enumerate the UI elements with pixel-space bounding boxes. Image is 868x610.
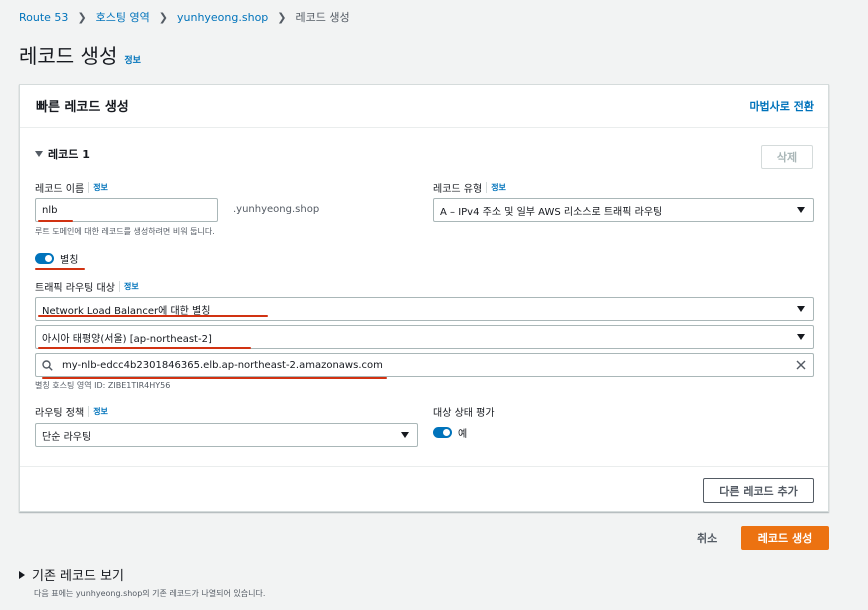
alias-toggle[interactable] bbox=[35, 253, 54, 264]
card-header: 빠른 레코드 생성 마법사로 전환 bbox=[20, 85, 828, 128]
page-title-text: 레코드 생성 bbox=[19, 44, 118, 68]
alias-label: 별칭 bbox=[60, 255, 79, 266]
quick-create-card: 빠른 레코드 생성 마법사로 전환 레코드 1 삭제 레코드 이름 정보 nlb… bbox=[19, 84, 829, 512]
record-type-label-text: 레코드 유형 bbox=[433, 184, 483, 195]
annotation-underline bbox=[35, 268, 85, 270]
traffic-target-info-link[interactable]: 정보 bbox=[118, 281, 139, 292]
existing-records-toggle[interactable]: 기존 레코드 보기 bbox=[19, 565, 124, 584]
breadcrumb-domain[interactable]: yunhyeong.shop bbox=[177, 11, 268, 24]
routing-policy-label: 라우팅 정책 정보 bbox=[35, 404, 108, 419]
breadcrumb-route53[interactable]: Route 53 bbox=[19, 11, 68, 24]
annotation-underline bbox=[38, 315, 268, 317]
record-name-label: 레코드 이름 정보 bbox=[35, 180, 108, 195]
region-value: 아시아 태평양(서울) [ap-northeast-2] bbox=[42, 333, 212, 345]
record-1-header: 레코드 1 bbox=[48, 148, 90, 161]
endpoint-select[interactable]: Network Load Balancer에 대한 별칭 bbox=[35, 297, 814, 321]
record-name-info-link[interactable]: 정보 bbox=[88, 182, 108, 193]
search-icon bbox=[42, 359, 53, 371]
page-info-link[interactable]: 정보 bbox=[124, 53, 141, 66]
breadcrumb: Route 53 ❯ 호스팅 영역 ❯ yunhyeong.shop ❯ 레코드… bbox=[19, 9, 350, 25]
clear-icon[interactable] bbox=[796, 360, 806, 370]
record-1-toggle[interactable]: 레코드 1 bbox=[35, 146, 90, 162]
record-type-label: 레코드 유형 정보 bbox=[433, 180, 506, 195]
record-name-label-text: 레코드 이름 bbox=[35, 184, 85, 195]
region-select[interactable]: 아시아 태평양(서울) [ap-northeast-2] bbox=[35, 325, 814, 349]
annotation-underline bbox=[42, 377, 387, 379]
chevron-right-icon: ❯ bbox=[158, 10, 168, 24]
chevron-right-icon: ❯ bbox=[77, 10, 87, 24]
record-type-info-link[interactable]: 정보 bbox=[486, 182, 506, 193]
caret-right-icon bbox=[19, 570, 25, 579]
existing-records-title: 기존 레코드 보기 bbox=[32, 569, 124, 584]
create-records-button[interactable]: 레코드 생성 bbox=[741, 526, 829, 550]
cancel-button[interactable]: 취소 bbox=[697, 530, 717, 546]
toggle-knob bbox=[443, 429, 450, 436]
switch-to-wizard-link[interactable]: 마법사로 전환 bbox=[749, 98, 814, 114]
record-name-suffix: .yunhyeong.shop bbox=[233, 204, 320, 215]
record-name-input[interactable]: nlb bbox=[35, 198, 218, 222]
record-type-value: A – IPv4 주소 및 일부 AWS 리소스로 트래픽 라우팅 bbox=[440, 206, 663, 218]
routing-policy-label-text: 라우팅 정책 bbox=[35, 408, 85, 419]
caret-down-icon bbox=[797, 334, 805, 340]
chevron-right-icon: ❯ bbox=[277, 10, 287, 24]
breadcrumb-current: 레코드 생성 bbox=[295, 11, 350, 24]
breadcrumb-hosted-zones[interactable]: 호스팅 영역 bbox=[96, 9, 150, 25]
routing-policy-info-link[interactable]: 정보 bbox=[88, 406, 108, 417]
load-balancer-search[interactable]: my-nlb-edcc4b2301846365.elb.ap-northeast… bbox=[35, 353, 814, 377]
evaluate-health-toggle-label: 예 bbox=[458, 429, 468, 440]
card-divider bbox=[20, 466, 828, 467]
load-balancer-search-value: my-nlb-edcc4b2301846365.elb.ap-northeast… bbox=[62, 359, 383, 371]
page-title: 레코드 생성 정보 bbox=[19, 40, 141, 69]
record-name-hint: 루트 도메인에 대한 레코드를 생성하려면 비워 둡니다. bbox=[35, 227, 215, 236]
existing-records-description: 다음 표에는 yunhyeong.shop의 기존 레코드가 나열되어 있습니다… bbox=[34, 589, 266, 598]
traffic-target-label-text: 트래픽 라우팅 대상 bbox=[35, 283, 115, 294]
caret-down-icon bbox=[797, 207, 805, 213]
toggle-knob bbox=[45, 255, 52, 262]
traffic-target-label: 트래픽 라우팅 대상 정보 bbox=[35, 279, 139, 294]
add-another-record-button[interactable]: 다른 레코드 추가 bbox=[703, 478, 814, 503]
evaluate-health-row: 예 bbox=[433, 425, 467, 440]
record-type-select[interactable]: A – IPv4 주소 및 일부 AWS 리소스로 트래픽 라우팅 bbox=[433, 198, 814, 222]
caret-down-icon bbox=[35, 151, 43, 157]
routing-policy-value: 단순 라우팅 bbox=[42, 431, 92, 443]
caret-down-icon bbox=[401, 432, 409, 438]
hosted-zone-id-hint: 별칭 호스팅 영역 ID: ZIBE1TIR4HY56 bbox=[35, 381, 171, 390]
annotation-underline bbox=[38, 220, 73, 222]
alias-toggle-row: 별칭 bbox=[35, 251, 78, 266]
card-title: 빠른 레코드 생성 bbox=[36, 100, 129, 115]
routing-policy-select[interactable]: 단순 라우팅 bbox=[35, 423, 418, 447]
delete-button[interactable]: 삭제 bbox=[761, 145, 813, 169]
caret-down-icon bbox=[797, 306, 805, 312]
evaluate-health-toggle[interactable] bbox=[433, 427, 452, 438]
evaluate-health-label: 대상 상태 평가 bbox=[433, 408, 495, 419]
annotation-underline bbox=[38, 347, 251, 349]
